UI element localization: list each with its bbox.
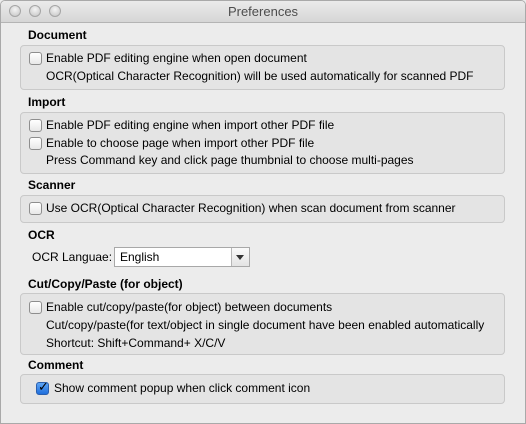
- comment-show-popup-label[interactable]: Show comment popup when click comment ic…: [54, 381, 310, 395]
- ocr-language-value: English: [120, 250, 160, 264]
- comment-show-popup-checkbox[interactable]: [36, 379, 49, 395]
- import-choose-page-label[interactable]: Enable to choose page when import other …: [46, 136, 314, 150]
- section-title-import: Import: [28, 95, 66, 109]
- title-bar: Preferences: [1, 1, 525, 23]
- cut-copy-paste-shortcut: Shortcut: Shift+Command+ X/C/V: [46, 336, 226, 350]
- document-enable-editing-label[interactable]: Enable PDF editing engine when open docu…: [46, 51, 307, 65]
- document-ocr-note: OCR(Optical Character Recognition) will …: [46, 69, 474, 83]
- preferences-window: Preferences Document Enable PDF editing …: [0, 0, 526, 424]
- scanner-use-ocr-checkbox[interactable]: [29, 202, 42, 215]
- ocr-language-select[interactable]: English: [114, 247, 250, 267]
- chevron-down-icon[interactable]: [231, 248, 249, 266]
- section-title-scanner: Scanner: [28, 178, 76, 192]
- cut-copy-paste-enable-label[interactable]: Enable cut/copy/paste(for object) betwee…: [46, 300, 332, 314]
- section-title-document: Document: [28, 28, 87, 42]
- import-multi-page-note: Press Command key and click page thumbni…: [46, 153, 414, 167]
- ocr-language-label: OCR Languae:: [32, 250, 113, 264]
- section-title-cut-copy-paste: Cut/Copy/Paste (for object): [28, 277, 183, 291]
- section-title-comment: Comment: [28, 358, 84, 372]
- import-enable-editing-label[interactable]: Enable PDF editing engine when import ot…: [46, 118, 334, 132]
- document-enable-editing-checkbox[interactable]: [29, 52, 42, 65]
- import-enable-editing-checkbox[interactable]: [29, 119, 42, 132]
- scanner-use-ocr-label[interactable]: Use OCR(Optical Character Recognition) w…: [46, 201, 456, 215]
- window-title: Preferences: [227, 4, 299, 19]
- cut-copy-paste-note: Cut/copy/paste(for text/object in single…: [46, 318, 485, 332]
- cut-copy-paste-enable-checkbox[interactable]: [29, 301, 42, 314]
- section-title-ocr: OCR: [28, 228, 55, 242]
- import-choose-page-checkbox[interactable]: [29, 137, 42, 150]
